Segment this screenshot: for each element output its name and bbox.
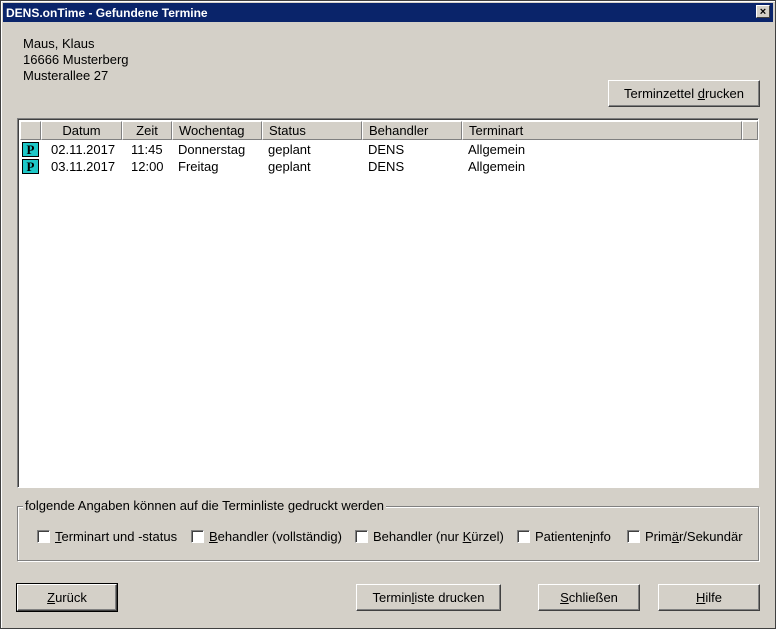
schliessen-label: Schließen xyxy=(560,590,618,605)
cell-terminart: Allgemein xyxy=(468,142,526,157)
cell-terminart: Allgemein xyxy=(468,159,526,174)
cell-datum: 02.11.2017 xyxy=(51,142,116,157)
table-row[interactable]: P 03.11.2017 12:00 Freitag geplant DENS … xyxy=(20,158,756,175)
appointment-table[interactable]: Datum Zeit Wochentag Status Behandler Te… xyxy=(17,118,759,488)
zurueck-label: Zurück xyxy=(47,590,87,605)
planned-status-icon: P xyxy=(22,159,39,174)
cell-zeit: 11:45 xyxy=(131,142,163,157)
terminzettel-label: Terminzettel drucken xyxy=(624,86,744,101)
planned-status-icon: P xyxy=(22,142,39,157)
checkbox-terminart-status[interactable]: Terminart und -status xyxy=(37,528,178,544)
terminliste-drucken-button[interactable]: Terminliste drucken xyxy=(356,584,501,611)
terminzettel-drucken-button[interactable]: Terminzettel drucken xyxy=(608,80,760,107)
cell-behandler: DENS xyxy=(368,159,405,174)
hilfe-button[interactable]: Hilfe xyxy=(658,584,760,611)
close-icon[interactable]: × xyxy=(756,5,770,18)
column-header-icon[interactable] xyxy=(20,121,41,140)
terminliste-label: Terminliste drucken xyxy=(372,590,485,605)
patient-city: 16666 Musterberg xyxy=(23,52,129,67)
column-header-terminart[interactable]: Terminart xyxy=(462,121,742,140)
schliessen-button[interactable]: Schließen xyxy=(538,584,640,611)
checkbox-label: Behandler (nur Kürzel) xyxy=(373,528,504,544)
window-title: DENS.onTime - Gefundene Termine xyxy=(6,6,208,20)
checkbox-label: Primär/Sekundär xyxy=(645,528,743,544)
checkbox-label: Terminart und -status xyxy=(55,528,178,544)
checkbox-label: Patienteninfo xyxy=(535,528,611,544)
checkbox-box[interactable] xyxy=(355,529,368,543)
cell-status: geplant xyxy=(268,159,311,174)
table-header: Datum Zeit Wochentag Status Behandler Te… xyxy=(20,121,758,140)
column-header-behandler[interactable]: Behandler xyxy=(362,121,462,140)
column-header-zeit[interactable]: Zeit xyxy=(122,121,172,140)
column-header-wochentag[interactable]: Wochentag xyxy=(172,121,262,140)
cell-zeit: 12:00 xyxy=(131,159,164,174)
checkbox-label: Behandler (vollständig) xyxy=(209,528,342,544)
checkbox-box[interactable] xyxy=(191,529,204,543)
title-bar[interactable]: DENS.onTime - Gefundene Termine × xyxy=(3,3,773,22)
cell-behandler: DENS xyxy=(368,142,405,157)
checkbox-box[interactable] xyxy=(37,529,50,543)
print-options-label: folgende Angaben können auf die Terminli… xyxy=(23,498,386,513)
checkbox-behandler-kuerzel[interactable]: Behandler (nur Kürzel) xyxy=(355,528,504,544)
zurueck-button[interactable]: Zurück xyxy=(16,583,118,612)
patient-name: Maus, Klaus xyxy=(23,36,95,51)
cell-wochentag: Freitag xyxy=(178,159,219,174)
column-header-datum[interactable]: Datum xyxy=(41,121,122,140)
cell-datum: 03.11.2017 xyxy=(51,159,116,174)
checkbox-box[interactable] xyxy=(517,529,530,543)
patient-street: Musterallee 27 xyxy=(23,68,109,83)
cell-status: geplant xyxy=(268,142,311,157)
column-header-status[interactable]: Status xyxy=(262,121,362,140)
checkbox-box[interactable] xyxy=(627,529,640,543)
table-row[interactable]: P 02.11.2017 11:45 Donnerstag geplant DE… xyxy=(20,141,756,158)
hilfe-label: Hilfe xyxy=(695,590,722,605)
checkbox-primaer-sekundaer[interactable]: Primär/Sekundär xyxy=(627,528,743,544)
column-header-filler xyxy=(742,121,758,140)
checkbox-patienteninfo[interactable]: Patienteninfo xyxy=(517,528,611,544)
checkbox-behandler-vollstaendig[interactable]: Behandler (vollständig) xyxy=(191,528,342,544)
cell-wochentag: Donnerstag xyxy=(178,142,246,157)
